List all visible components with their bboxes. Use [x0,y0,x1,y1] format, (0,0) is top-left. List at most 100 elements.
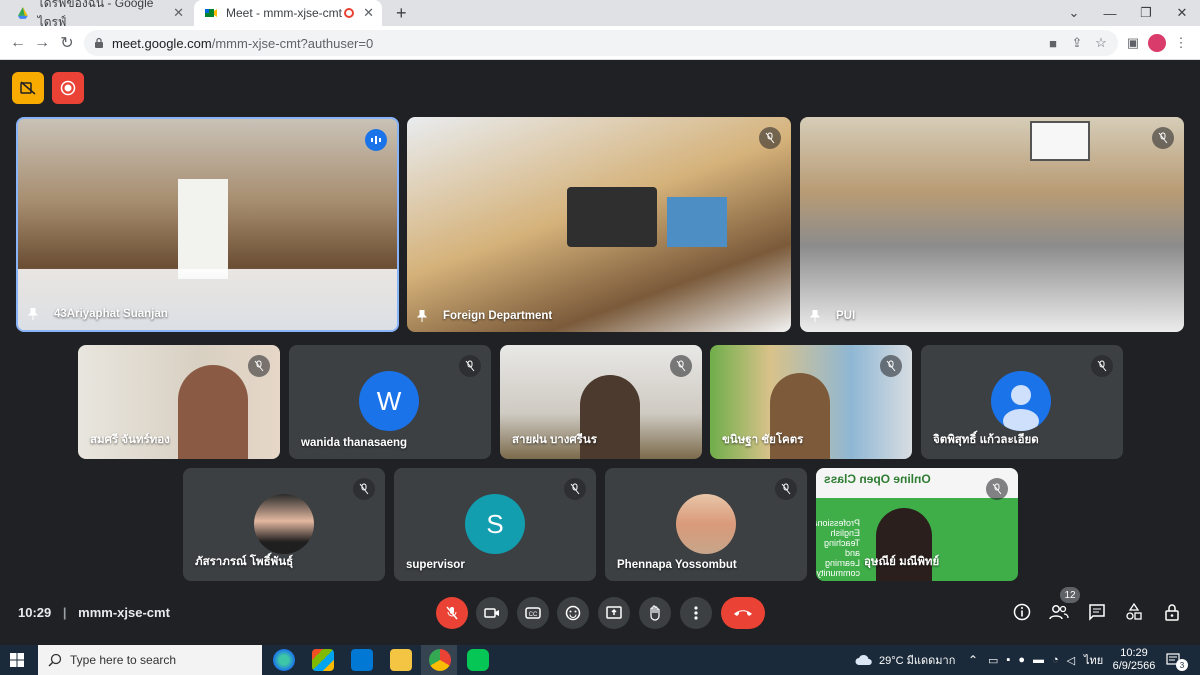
line-app-icon[interactable] [467,649,489,671]
tab-strip: ไดรฟ์ของฉัน - Google ไดรฟ์ ✕ Meet - mmm-… [0,0,1200,29]
host-controls-icon[interactable] [1161,601,1183,623]
recording-indicator-icon [344,8,354,18]
participant-tile[interactable]: Phennapa Yossombut [605,468,807,581]
mic-off-icon [986,478,1008,500]
participant-tile[interactable]: สมศรี จันทร์ทอง [78,345,280,459]
forward-icon[interactable]: → [32,33,52,53]
camera-toggle-button[interactable] [476,597,508,629]
participant-tile[interactable]: PUI [800,117,1184,332]
people-icon[interactable] [1048,601,1070,623]
pin-icon[interactable] [417,310,427,322]
battery-icon[interactable]: ▬ [1033,654,1044,666]
slide-title: Online Open Class [824,472,931,486]
google-meet-icon [205,9,217,17]
participant-tile[interactable]: ขนิษฐา ชัยโคตร [710,345,912,459]
tab-search-icon[interactable]: ⌄ [1056,0,1092,26]
hand-icon [650,605,660,621]
mail-icon[interactable] [351,649,373,671]
participant-name: ภัสราภรณ์ โพธิ์พันธุ์ [195,556,294,568]
language-indicator[interactable]: ไทย [1084,645,1103,675]
participant-name: supervisor [406,559,465,571]
chat-icon[interactable] [1086,601,1108,623]
participant-tile[interactable]: 43Ariyaphat Suanjan [16,117,399,332]
participant-count-badge: 12 [1060,587,1080,603]
url-host: meet.google.com [112,35,212,51]
minimize-button[interactable]: — [1092,0,1128,26]
address-bar[interactable]: meet.google.com/mmm-xjse-cmt?authuser=0 [84,30,1118,56]
participant-name: wanida thanasaeng [301,437,408,449]
weather-widget[interactable]: 29°C มีแดดมาก [855,645,955,675]
browser-toolbar: ← → ↻ meet.google.com/mmm-xjse-cmt?authu… [0,26,1200,60]
side-panel-icon[interactable]: ▣ [1124,34,1142,52]
reactions-button[interactable] [557,597,589,629]
emoji-icon [565,605,581,621]
windows-start-icon[interactable] [10,653,24,672]
video-scene [1030,121,1090,161]
video-off-icon [20,81,36,95]
notifications-icon[interactable]: 3 [1166,645,1188,675]
participant-tile[interactable]: Foreign Department [407,117,791,332]
avatar [254,494,314,554]
google-drive-icon [17,7,28,19]
clock[interactable]: 10:29 6/9/2566 [1112,645,1156,675]
show-hidden-icons[interactable]: ⌃ [968,645,978,675]
pin-icon[interactable] [28,308,38,320]
raise-hand-button[interactable] [639,597,671,629]
restore-button[interactable]: ❐ [1128,0,1164,26]
present-icon [606,606,622,619]
speaking-indicator-icon [365,129,387,151]
volume-icon[interactable]: ◁ [1067,654,1075,667]
share-icon[interactable]: ⇪ [1068,34,1086,52]
recording-button[interactable] [52,72,84,104]
tab-google-meet[interactable]: Meet - mmm-xjse-cmt ✕ [194,0,382,26]
default-avatar-icon [991,371,1051,431]
participant-name: อุษณีย์ มณีพิทย์ [864,556,940,568]
back-icon[interactable]: ← [8,33,28,53]
wifi-icon[interactable]: ◔ [1052,654,1059,666]
mic-off-icon [459,355,481,377]
meet-now-icon[interactable]: ▭ [988,654,998,667]
participant-tile[interactable]: S supervisor [394,468,596,581]
camera-tray-icon[interactable]: ▪ [1006,654,1010,666]
separator: | [62,605,67,620]
profile-avatar[interactable] [1148,34,1166,52]
microsoft-store-icon[interactable] [312,649,334,671]
captions-off-button[interactable] [12,72,44,104]
participant-tile[interactable]: ภัสราภรณ์ โพธิ์พันธุ์ [183,468,385,581]
participant-name: สายฝน บางศรีนร [512,434,597,446]
menu-icon[interactable]: ⋮ [1172,34,1190,52]
taskbar-date: 6/9/2566 [1112,660,1156,672]
mic-off-icon [353,478,375,500]
search-icon [48,653,62,667]
more-options-button[interactable] [680,597,712,629]
participant-tile[interactable]: Online Open Class Professional English T… [816,468,1018,581]
edge-browser-icon[interactable] [273,649,295,671]
close-window-button[interactable]: ✕ [1164,0,1200,26]
captions-button[interactable]: CC [517,597,549,629]
participant-tile[interactable]: สายฝน บางศรีนร [500,345,702,459]
participant-tile[interactable]: W wanida thanasaeng [289,345,491,459]
svg-text:CC: CC [529,612,538,618]
close-tab-icon[interactable]: ✕ [363,5,374,21]
present-screen-button[interactable] [598,597,630,629]
participant-name: PUI [836,310,856,322]
meeting-details-icon[interactable] [1011,601,1033,623]
reload-icon[interactable]: ↻ [57,33,77,53]
participant-name: Phennapa Yossombut [617,559,737,571]
close-tab-icon[interactable]: ✕ [173,5,184,21]
camera-permission-icon[interactable]: ■ [1044,34,1062,52]
mic-toggle-button[interactable] [436,597,468,629]
taskbar-search-input[interactable]: Type here to search [38,645,262,675]
activities-icon[interactable] [1123,601,1145,623]
bookmark-star-icon[interactable]: ☆ [1092,34,1110,52]
tab-google-drive[interactable]: ไดรฟ์ของฉัน - Google ไดรฟ์ ✕ [6,0,192,29]
mic-off-icon [446,606,458,620]
pin-icon[interactable] [810,310,820,322]
chrome-icon[interactable] [429,649,451,671]
participant-tile[interactable]: จิตพิสุทธิ์ แก้วละเอียด [921,345,1123,459]
leave-call-button[interactable] [721,597,765,629]
file-explorer-icon[interactable] [390,649,412,671]
search-placeholder: Type here to search [70,653,177,667]
mic-tray-icon[interactable]: ● [1018,654,1025,666]
new-tab-button[interactable]: + [386,0,417,26]
